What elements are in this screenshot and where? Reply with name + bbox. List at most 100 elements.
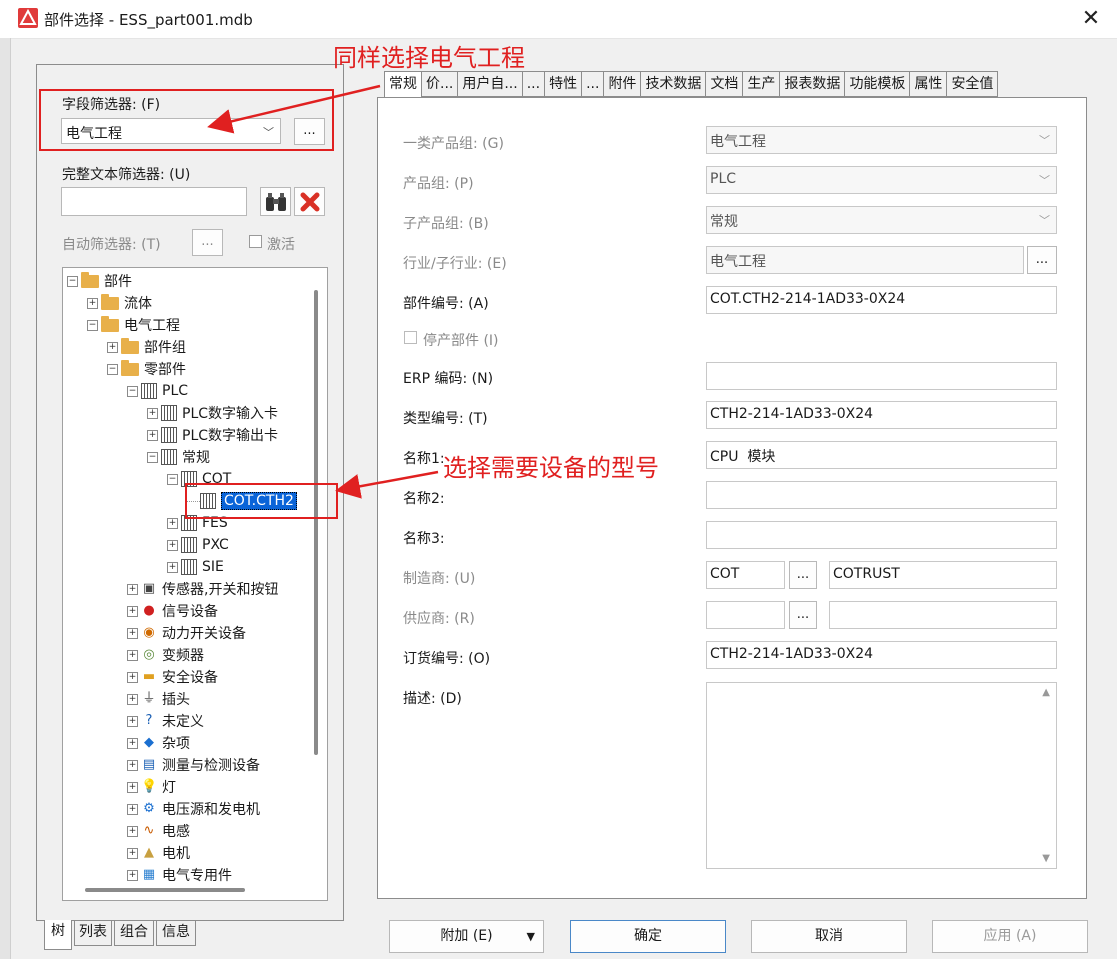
tab-characteristics[interactable]: 特性 bbox=[545, 71, 583, 97]
tree-item[interactable]: + PLC数字输入卡 bbox=[147, 402, 278, 424]
tree-item[interactable]: + ▣ 传感器,开关和按钮 bbox=[127, 578, 278, 600]
expand-icon[interactable]: + bbox=[167, 561, 178, 573]
collapse-icon[interactable]: − bbox=[167, 473, 178, 485]
tab-documents[interactable]: 文档 bbox=[706, 71, 744, 97]
name3-input[interactable] bbox=[706, 521, 1057, 549]
tab-safety-values[interactable]: 安全值 bbox=[947, 71, 999, 97]
expand-icon[interactable]: + bbox=[167, 539, 178, 551]
tree-item[interactable]: + PXC bbox=[167, 534, 229, 556]
tree-item[interactable]: + ▬ 安全设备 bbox=[127, 666, 218, 688]
tree-item[interactable]: + ▤ 测量与检测设备 bbox=[127, 754, 260, 776]
tab-technical-data[interactable]: 技术数据 bbox=[641, 71, 707, 97]
fulltext-filter-input[interactable] bbox=[61, 187, 247, 216]
tree-item[interactable]: + ◉ 动力开关设备 bbox=[127, 622, 246, 644]
tree-item[interactable]: + ◎ 变频器 bbox=[127, 644, 204, 666]
scroll-down-icon[interactable]: ▼ bbox=[1042, 853, 1050, 864]
expand-icon[interactable]: + bbox=[127, 693, 138, 705]
tab-user-defined[interactable]: 用户自... bbox=[458, 71, 523, 97]
expand-icon[interactable]: + bbox=[127, 737, 138, 749]
activate-checkbox[interactable] bbox=[249, 235, 262, 248]
tree-item[interactable]: − PLC bbox=[127, 380, 188, 402]
binoculars-search-button[interactable] bbox=[260, 187, 291, 216]
tree-item[interactable]: + ▦ 电气专用件 bbox=[127, 864, 232, 886]
auto-filter-more-button[interactable]: ... bbox=[192, 229, 223, 256]
close-icon[interactable]: ✕ bbox=[1078, 6, 1104, 32]
type-number-input[interactable]: CTH2-214-1AD33-0X24 bbox=[706, 401, 1057, 429]
supplier-code-input[interactable] bbox=[706, 601, 785, 629]
tree-item[interactable]: − 部件 bbox=[67, 270, 132, 292]
manufacturer-more-button[interactable]: ... bbox=[789, 561, 817, 589]
expand-icon[interactable]: + bbox=[127, 869, 138, 881]
tree-item[interactable]: − 常规 bbox=[147, 446, 210, 468]
ok-button[interactable]: 确定 bbox=[570, 920, 726, 953]
tree-item[interactable]: + 流体 bbox=[87, 292, 152, 314]
manufacturer-code-input[interactable]: COT bbox=[706, 561, 785, 589]
manufacturer-name-input[interactable]: COTRUST bbox=[829, 561, 1057, 589]
expand-icon[interactable]: + bbox=[127, 715, 138, 727]
scroll-up-icon[interactable]: ▲ bbox=[1042, 687, 1050, 698]
tab-info[interactable]: 信息 bbox=[156, 920, 196, 946]
apply-button[interactable]: 应用 (A) bbox=[932, 920, 1088, 953]
tree-item[interactable]: + ▲ 电机 bbox=[127, 842, 190, 864]
tree-item[interactable]: + 💡 灯 bbox=[127, 776, 176, 798]
collapse-icon[interactable]: − bbox=[147, 451, 158, 463]
tab-report-data[interactable]: 报表数据 bbox=[780, 71, 846, 97]
tab-combination[interactable]: 组合 bbox=[114, 920, 154, 946]
tree-item[interactable]: + SIE bbox=[167, 556, 224, 578]
tab-tree[interactable]: 树 bbox=[44, 920, 72, 950]
expand-icon[interactable]: + bbox=[127, 847, 138, 859]
expand-icon[interactable]: + bbox=[147, 407, 158, 419]
collapse-icon[interactable]: − bbox=[107, 363, 118, 375]
tab-more-2[interactable]: ... bbox=[582, 71, 605, 97]
cancel-button[interactable]: 取消 bbox=[751, 920, 907, 953]
discontinued-checkbox[interactable] bbox=[404, 331, 417, 344]
order-number-input[interactable]: CTH2-214-1AD33-0X24 bbox=[706, 641, 1057, 669]
tab-function-template[interactable]: 功能模板 bbox=[845, 71, 911, 97]
name2-input[interactable] bbox=[706, 481, 1057, 509]
expand-icon[interactable]: + bbox=[127, 583, 138, 595]
tree-vertical-scrollbar[interactable] bbox=[314, 290, 318, 755]
expand-icon[interactable]: + bbox=[167, 517, 178, 529]
expand-icon[interactable]: + bbox=[127, 649, 138, 661]
expand-icon[interactable]: + bbox=[87, 297, 98, 309]
sub-group-select[interactable]: 常规 ﹀ bbox=[706, 206, 1057, 234]
tree-item[interactable]: + ∿ 电感 bbox=[127, 820, 190, 842]
expand-icon[interactable]: + bbox=[127, 605, 138, 617]
attach-dropdown-button[interactable]: 附加 (E) ▼ bbox=[389, 920, 544, 953]
supplier-name-input[interactable] bbox=[829, 601, 1057, 629]
expand-icon[interactable]: + bbox=[127, 627, 138, 639]
tree-item[interactable]: + ● 信号设备 bbox=[127, 600, 218, 622]
tab-production[interactable]: 生产 bbox=[743, 71, 781, 97]
clear-filter-button[interactable] bbox=[294, 187, 325, 216]
expand-icon[interactable]: + bbox=[127, 803, 138, 815]
tree-item[interactable]: + PLC数字输出卡 bbox=[147, 424, 278, 446]
tree-item[interactable]: +? 未定义 bbox=[127, 710, 204, 732]
collapse-icon[interactable]: − bbox=[67, 275, 78, 287]
expand-icon[interactable]: + bbox=[127, 781, 138, 793]
industry-more-button[interactable]: ... bbox=[1027, 246, 1057, 274]
tab-properties[interactable]: 属性 bbox=[910, 71, 948, 97]
expand-icon[interactable]: + bbox=[127, 759, 138, 771]
expand-icon[interactable]: + bbox=[107, 341, 118, 353]
expand-icon[interactable]: + bbox=[127, 671, 138, 683]
tree-item[interactable]: − 零部件 bbox=[107, 358, 186, 380]
part-number-input[interactable]: COT.CTH2-214-1AD33-0X24 bbox=[706, 286, 1057, 314]
name1-input[interactable]: CPU 模块 bbox=[706, 441, 1057, 469]
tree-item[interactable]: − 电气工程 bbox=[87, 314, 180, 336]
tab-accessories[interactable]: 附件 bbox=[604, 71, 642, 97]
collapse-icon[interactable]: − bbox=[127, 385, 138, 397]
product-group-select[interactable]: PLC ﹀ bbox=[706, 166, 1057, 194]
tab-more-1[interactable]: ... bbox=[522, 71, 546, 97]
expand-icon[interactable]: + bbox=[147, 429, 158, 441]
product-group1-select[interactable]: 电气工程 ﹀ bbox=[706, 126, 1057, 154]
expand-icon[interactable]: + bbox=[127, 825, 138, 837]
tree-item[interactable]: + ⏚ 插头 bbox=[127, 688, 190, 710]
tree-item[interactable]: + ◆ 杂项 bbox=[127, 732, 190, 754]
supplier-more-button[interactable]: ... bbox=[789, 601, 817, 629]
tab-general[interactable]: 常规 bbox=[384, 71, 422, 99]
tree-item[interactable]: + ⚙ 电压源和发电机 bbox=[127, 798, 260, 820]
tree-item[interactable]: + 部件组 bbox=[107, 336, 186, 358]
industry-input[interactable]: 电气工程 bbox=[706, 246, 1024, 274]
collapse-icon[interactable]: − bbox=[87, 319, 98, 331]
tab-price[interactable]: 价... bbox=[422, 71, 459, 97]
